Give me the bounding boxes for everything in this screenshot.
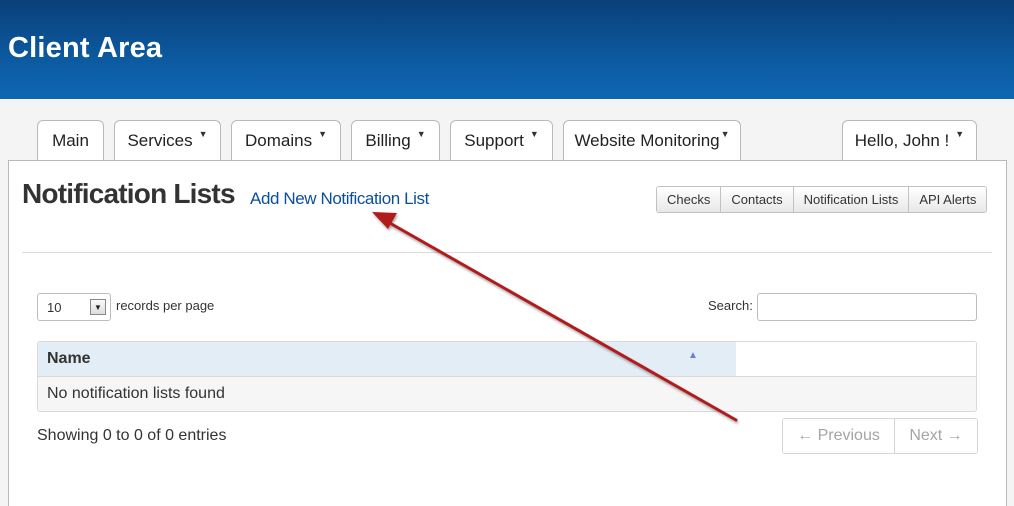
title-divider — [22, 252, 992, 253]
previous-page-button[interactable]: ← Previous — [783, 419, 895, 453]
tab-services-label: Services — [127, 131, 193, 150]
caret-down-icon: ▼ — [529, 129, 539, 139]
records-per-page-select[interactable]: 10 ▼ — [37, 293, 111, 321]
search-label: Search: — [708, 298, 753, 313]
empty-table-message: No notification lists found — [47, 385, 225, 402]
user-menu[interactable]: Hello, John ! ▼ — [842, 120, 977, 161]
user-greeting: Hello, John ! — [854, 131, 950, 150]
records-per-page-value: 10 — [47, 299, 62, 315]
tab-website-monitoring-label: Website Monitoring — [574, 131, 720, 150]
table-info: Showing 0 to 0 of 0 entries — [37, 427, 227, 444]
table-row: No notification lists found — [38, 377, 976, 411]
tab-domains-label: Domains — [244, 131, 313, 150]
notification-lists-table: Name ▲ No notification lists found — [37, 341, 977, 412]
tab-main-label: Main — [52, 131, 89, 150]
tab-billing-label: Billing — [365, 131, 411, 150]
caret-down-icon: ▼ — [318, 129, 327, 139]
tab-domains[interactable]: Domains ▼ — [231, 120, 341, 161]
checks-button[interactable]: Checks — [657, 187, 722, 212]
records-per-page-label: records per page — [116, 298, 215, 313]
pagination: ← Previous Next → — [782, 418, 978, 454]
site-header: Client Area — [0, 0, 1014, 99]
caret-down-icon: ▼ — [198, 129, 208, 139]
tab-support-label: Support — [464, 131, 524, 150]
dropdown-arrow-icon[interactable]: ▼ — [90, 299, 106, 315]
tab-support[interactable]: Support ▼ — [450, 120, 553, 161]
page-title: Notification Lists — [22, 178, 236, 209]
notification-lists-button[interactable]: Notification Lists — [793, 187, 910, 212]
sort-ascending-icon: ▲ — [688, 350, 698, 361]
site-title: Client Area — [8, 32, 163, 64]
caret-down-icon: ▼ — [955, 129, 965, 139]
column-header-name[interactable]: Name ▲ — [38, 342, 736, 377]
column-header-blank — [736, 342, 976, 377]
caret-down-icon: ▼ — [720, 129, 730, 139]
contacts-button[interactable]: Contacts — [721, 187, 794, 212]
api-alerts-button[interactable]: API Alerts — [909, 187, 987, 212]
column-header-name-label: Name — [47, 350, 91, 367]
add-notification-list-link[interactable]: Add New Notification List — [250, 189, 429, 209]
subnav-button-group: Checks Contacts Notification Lists API A… — [656, 186, 988, 213]
next-page-button[interactable]: Next → — [895, 419, 977, 453]
search-input[interactable] — [757, 293, 977, 321]
tab-billing[interactable]: Billing ▼ — [351, 120, 440, 161]
caret-down-icon: ▼ — [416, 129, 426, 139]
tab-services[interactable]: Services ▼ — [114, 120, 221, 161]
tab-website-monitoring[interactable]: Website Monitoring ▼ — [563, 120, 741, 161]
tab-main[interactable]: Main — [37, 120, 104, 161]
